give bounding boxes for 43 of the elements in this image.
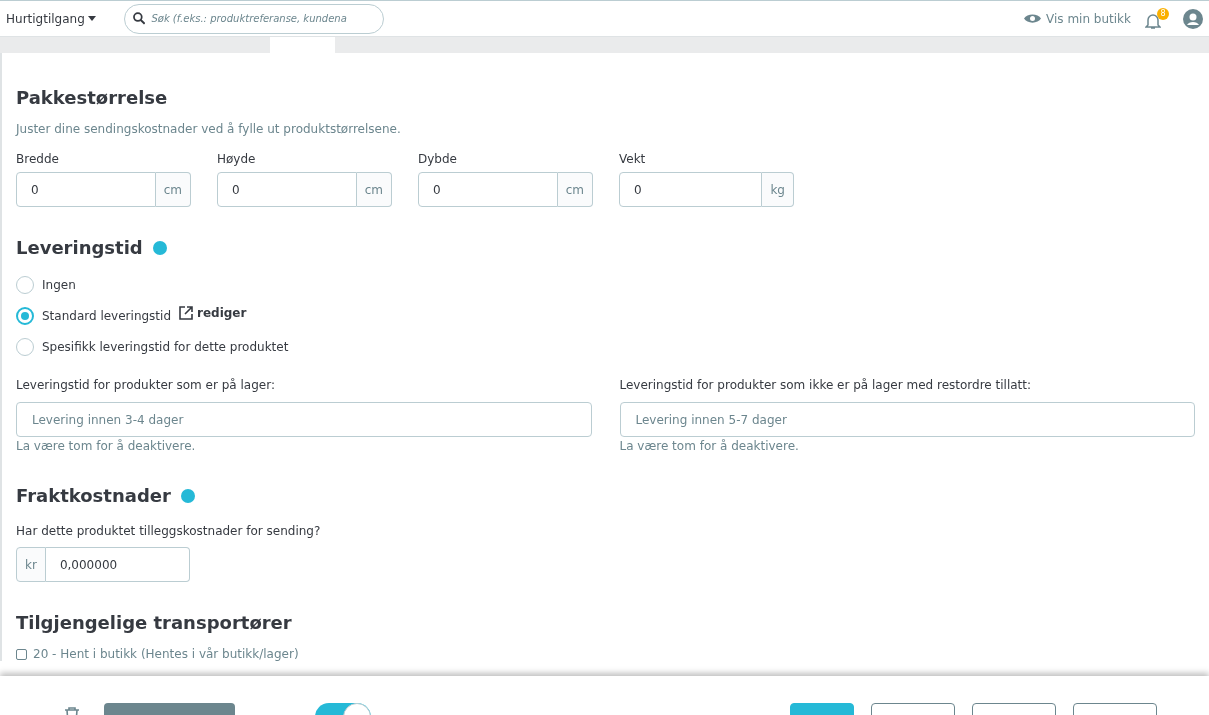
field-hint: La være tom for å deaktivere.	[619, 439, 800, 453]
view-shop-link[interactable]: Vis min butikk	[1024, 11, 1131, 26]
unit-label: cm	[557, 172, 593, 207]
section-description: Juster dine sendingskostnader ved å fylle ut produktstørrelsene.	[16, 122, 402, 136]
field-label: Leveringstid for produkter som ikke er på lager med restordre tillatt:	[619, 378, 1033, 392]
radio-label: Ingen	[42, 278, 76, 292]
unit-label: cm	[155, 172, 191, 207]
eye-icon	[1024, 13, 1042, 24]
field-label: Høyde	[217, 152, 257, 166]
field-label: Leveringstid for produkter som er på lager:	[16, 378, 276, 392]
section-title: Tilgjengelige transportører	[16, 612, 293, 633]
quick-access-menu[interactable]: Hurtigtilgang	[6, 11, 96, 26]
field-label: Dybde	[418, 152, 458, 166]
section-title: Fraktkostnader	[16, 485, 171, 506]
field-label: Har dette produktet tilleggskostnader for sending?	[16, 524, 321, 538]
external-link-icon	[179, 306, 193, 320]
input-field[interactable]: 0	[16, 172, 156, 207]
radio-button[interactable]	[16, 307, 34, 325]
section-title: Pakkestørrelse	[16, 87, 169, 108]
caret-icon	[87, 16, 96, 21]
field-label: Vekt	[619, 152, 647, 166]
unit-label: kg	[762, 172, 794, 207]
user-avatar-icon[interactable]	[1183, 8, 1203, 29]
notification-count: 8	[1157, 7, 1169, 20]
input-field[interactable]: 0,000000	[45, 547, 190, 582]
unit-label: cm	[356, 172, 392, 207]
field-hint: La være tom for å deaktivere.	[16, 439, 197, 453]
input-field[interactable]: 0	[619, 172, 763, 207]
checkbox[interactable]	[16, 648, 27, 660]
carrier-label: 20 - Hent i butikk (Hentes i vår butikk/lager)	[33, 647, 299, 661]
edit-link[interactable]: rediger	[179, 306, 247, 320]
currency-label: kr	[16, 547, 46, 582]
search-icon	[132, 12, 146, 25]
input-field[interactable]: Levering innen 3-4 dager	[16, 402, 592, 437]
info-icon[interactable]	[180, 488, 195, 503]
info-icon[interactable]	[152, 240, 167, 255]
radio-label: Spesifikk leveringstid for dette produktet	[42, 340, 289, 354]
section-title: Leveringstid	[16, 237, 143, 258]
input-field[interactable]: 0	[418, 172, 558, 207]
input-field[interactable]: Levering innen 5-7 dager	[619, 402, 1195, 437]
radio-label: Standard leveringstid	[42, 309, 171, 323]
input-field[interactable]: 0	[217, 172, 357, 207]
field-label: Bredde	[16, 152, 60, 166]
